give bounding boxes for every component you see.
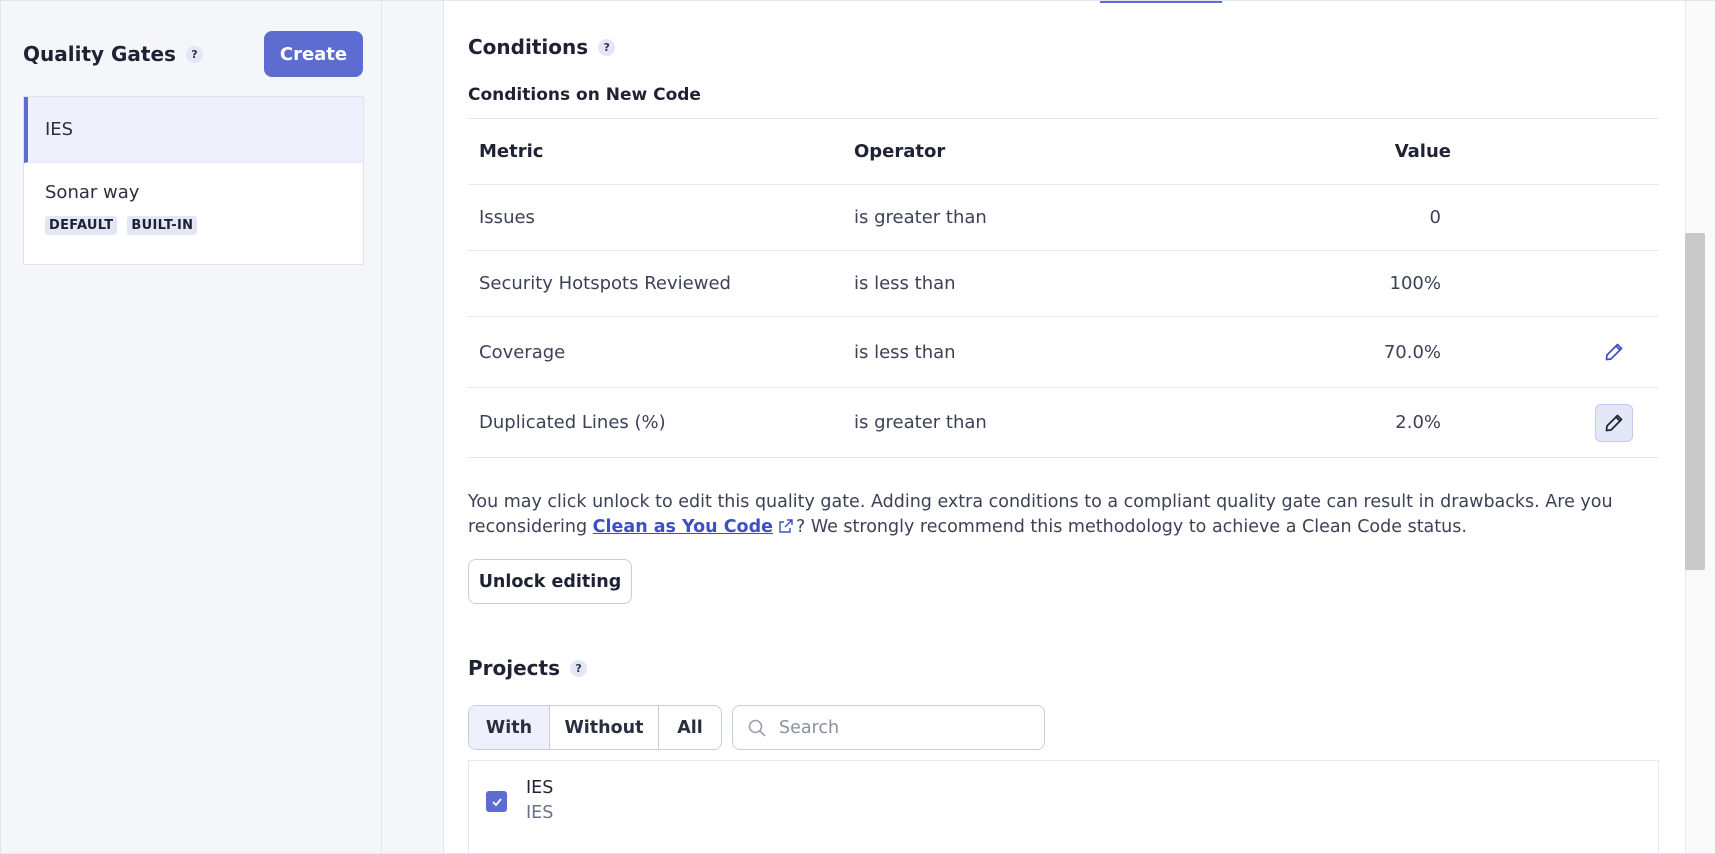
filter-without-button[interactable]: Without bbox=[550, 706, 659, 749]
edit-condition-button[interactable] bbox=[1595, 403, 1633, 442]
metric-column-header: Metric bbox=[479, 141, 544, 162]
quality-gate-list: IES Sonar way DEFAULT BUILT-IN bbox=[23, 96, 364, 265]
gate-badges: DEFAULT BUILT-IN bbox=[45, 216, 363, 235]
help-icon[interactable]: ? bbox=[570, 659, 588, 677]
table-header-row: Metric Operator Value bbox=[468, 118, 1659, 184]
quality-gates-sidebar: Quality Gates ? Create IES Sonar way DEF… bbox=[1, 1, 382, 853]
checkmark-icon bbox=[491, 797, 502, 806]
filter-with-button[interactable]: With bbox=[469, 706, 550, 749]
project-name: IES bbox=[526, 778, 554, 798]
help-icon[interactable]: ? bbox=[185, 45, 203, 63]
content-gutter bbox=[382, 1, 443, 853]
active-tab-indicator bbox=[1100, 1, 1222, 3]
table-row: Duplicated Lines (%) is greater than 2.0… bbox=[468, 387, 1659, 458]
search-icon bbox=[748, 719, 766, 737]
sidebar-header: Quality Gates ? Create bbox=[23, 31, 363, 77]
value-cell: 2.0% bbox=[1395, 412, 1441, 433]
metric-cell: Security Hotspots Reviewed bbox=[479, 273, 731, 294]
pencil-icon bbox=[1605, 343, 1623, 361]
value-column-header: Value bbox=[1394, 141, 1451, 162]
projects-title: Projects bbox=[468, 656, 561, 680]
projects-heading: Projects ? bbox=[468, 656, 588, 680]
unlock-editing-button[interactable]: Unlock editing bbox=[468, 559, 632, 604]
pencil-icon bbox=[1605, 414, 1623, 431]
conditions-subtitle: Conditions on New Code bbox=[468, 85, 701, 105]
conditions-table: Metric Operator Value Issues is greater … bbox=[468, 118, 1659, 458]
filter-all-button[interactable]: All bbox=[659, 706, 721, 749]
table-row: Coverage is less than 70.0% bbox=[468, 316, 1659, 387]
metric-cell: Issues bbox=[479, 207, 535, 228]
gate-name: Sonar way bbox=[45, 182, 140, 203]
operator-cell: is less than bbox=[854, 273, 956, 294]
operator-cell: is greater than bbox=[854, 207, 987, 228]
clean-as-you-code-link[interactable]: Clean as You Code bbox=[593, 517, 773, 537]
value-cell: 100% bbox=[1389, 273, 1441, 294]
gate-list-item-ies[interactable]: IES bbox=[24, 97, 363, 163]
project-filter-toggle: With Without All bbox=[468, 705, 722, 750]
edit-condition-button[interactable] bbox=[1595, 333, 1633, 371]
project-search-box bbox=[732, 705, 1045, 750]
built-in-badge: BUILT-IN bbox=[127, 216, 198, 235]
sidebar-title: Quality Gates bbox=[23, 42, 176, 66]
project-key: IES bbox=[526, 803, 554, 823]
scrollbar-thumb[interactable] bbox=[1685, 233, 1705, 570]
external-link-icon[interactable] bbox=[778, 518, 794, 534]
operator-cell: is less than bbox=[854, 341, 956, 363]
gate-list-item-sonar-way[interactable]: Sonar way DEFAULT BUILT-IN bbox=[24, 163, 363, 264]
metric-cell: Coverage bbox=[479, 341, 566, 363]
project-search-input[interactable] bbox=[779, 717, 1039, 738]
table-row: Security Hotspots Reviewed is less than … bbox=[468, 250, 1659, 316]
create-button[interactable]: Create bbox=[264, 31, 363, 77]
help-icon[interactable]: ? bbox=[598, 38, 616, 56]
value-cell: 70.0% bbox=[1383, 341, 1441, 363]
unlock-note: You may click unlock to edit this qualit… bbox=[468, 490, 1668, 540]
project-checkbox[interactable] bbox=[486, 791, 507, 812]
operator-column-header: Operator bbox=[854, 141, 946, 162]
metric-cell: Duplicated Lines (%) bbox=[479, 412, 666, 433]
default-badge: DEFAULT bbox=[45, 216, 118, 235]
conditions-heading: Conditions ? bbox=[468, 35, 616, 59]
value-cell: 0 bbox=[1429, 207, 1441, 228]
note-text-after: ? We strongly recommend this methodology… bbox=[795, 517, 1467, 537]
table-row: Issues is greater than 0 bbox=[468, 184, 1659, 250]
operator-cell: is greater than bbox=[854, 412, 987, 433]
project-list: IES IES bbox=[468, 760, 1659, 854]
conditions-title: Conditions bbox=[468, 35, 589, 59]
